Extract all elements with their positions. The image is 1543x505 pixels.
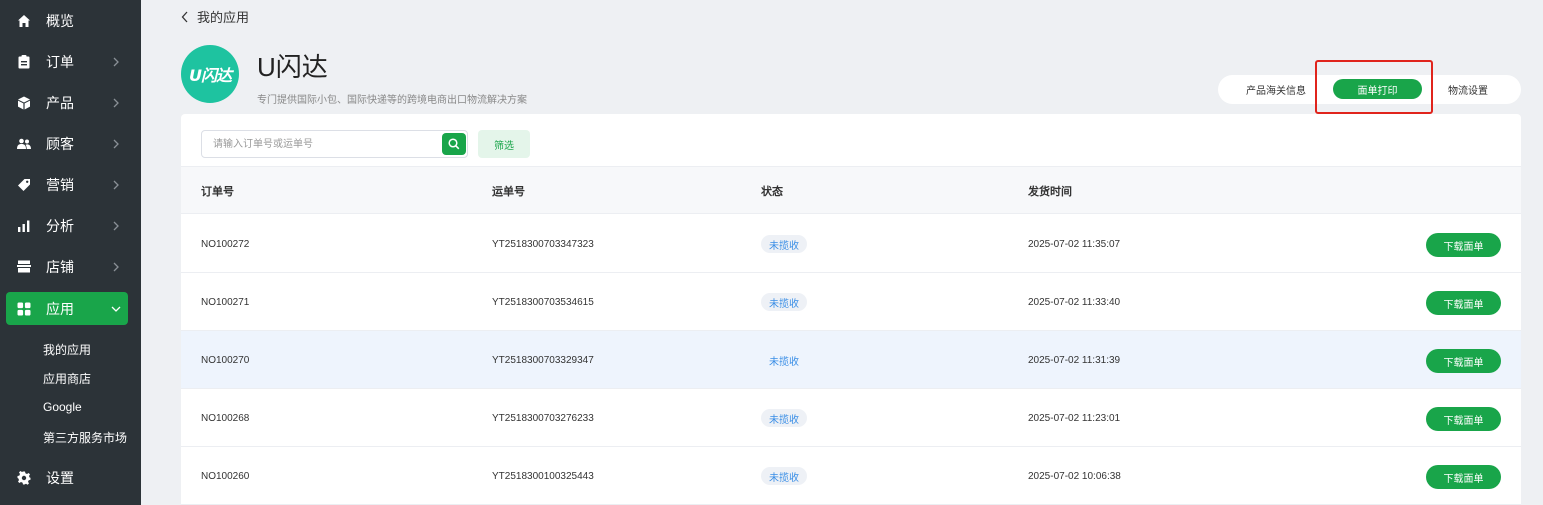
status-badge: 未揽收 xyxy=(761,409,807,427)
sidebar-item-orders[interactable]: 订单 xyxy=(6,45,128,78)
sidebar-subitem-app-store[interactable]: 应用商店 xyxy=(43,370,91,387)
filter-button[interactable]: 筛选 xyxy=(478,130,530,158)
download-waybill-button[interactable]: 下载面单 xyxy=(1426,349,1501,373)
sidebar-item-store[interactable]: 店铺 xyxy=(6,250,128,283)
home-icon xyxy=(16,13,32,29)
ship-time: 2025-07-02 11:35:07 xyxy=(1028,238,1121,250)
sidebar-item-label: 概览 xyxy=(46,12,74,29)
table-row: NO100270 YT2518300703329347 未揽收 2025-07-… xyxy=(181,331,1521,389)
box-icon xyxy=(16,95,32,111)
sidebar-item-overview[interactable]: 概览 xyxy=(6,4,128,37)
table-row: NO100272 YT2518300703347323 未揽收 2025-07-… xyxy=(181,215,1521,273)
tab-product-customs-info[interactable]: 产品海关信息 xyxy=(1232,75,1320,104)
sidebar-item-label: 分析 xyxy=(46,217,74,234)
download-waybill-button[interactable]: 下载面单 xyxy=(1426,233,1501,257)
sidebar-subitem-my-apps[interactable]: 我的应用 xyxy=(43,341,91,358)
sidebar-item-label: 营销 xyxy=(46,176,74,193)
users-icon xyxy=(16,136,32,152)
sidebar-item-marketing[interactable]: 营销 xyxy=(6,168,128,201)
column-header-order-no: 订单号 xyxy=(201,186,234,198)
order-number: NO100268 xyxy=(201,412,250,424)
chevron-down-icon xyxy=(108,301,124,317)
column-header-ship-time: 发货时间 xyxy=(1028,186,1072,198)
waybill-number: YT2518300703534615 xyxy=(492,296,594,308)
chevron-left-icon xyxy=(181,11,188,22)
app-logo: U闪达 xyxy=(181,45,239,103)
sidebar: 概览 订单 产品 顾客 营销 分析 店铺 应用 我的应用 应用商店 Google… xyxy=(0,0,141,505)
status-badge: 未揽收 xyxy=(761,293,807,311)
back-link[interactable]: 我的应用 xyxy=(181,7,249,26)
table-row: NO100268 YT2518300703276233 未揽收 2025-07-… xyxy=(181,389,1521,447)
order-number: NO100271 xyxy=(201,296,250,308)
store-icon xyxy=(16,259,32,275)
sidebar-item-apps[interactable]: 应用 xyxy=(6,292,128,325)
table-row: NO100271 YT2518300703534615 未揽收 2025-07-… xyxy=(181,273,1521,331)
table-header: 订单号 运单号 状态 发货时间 xyxy=(181,166,1521,214)
chevron-right-icon xyxy=(108,95,124,111)
sidebar-subitem-third-party-market[interactable]: 第三方服务市场 xyxy=(43,429,127,446)
table-row: NO100260 YT2518300100325443 未揽收 2025-07-… xyxy=(181,447,1521,505)
download-waybill-button[interactable]: 下载面单 xyxy=(1426,407,1501,431)
sidebar-item-label: 设置 xyxy=(46,469,74,486)
chevron-right-icon xyxy=(108,177,124,193)
tag-icon xyxy=(16,177,32,193)
chevron-right-icon xyxy=(108,136,124,152)
sidebar-item-customers[interactable]: 顾客 xyxy=(6,127,128,160)
order-number: NO100260 xyxy=(201,470,250,482)
bar-chart-icon xyxy=(16,218,32,234)
ship-time: 2025-07-02 10:06:38 xyxy=(1028,470,1121,482)
sidebar-item-label: 顾客 xyxy=(46,135,74,152)
ship-time: 2025-07-02 11:31:39 xyxy=(1028,354,1121,366)
chevron-right-icon xyxy=(108,259,124,275)
search-button[interactable] xyxy=(442,133,466,155)
sidebar-item-label: 应用 xyxy=(46,300,74,317)
ship-time: 2025-07-02 11:23:01 xyxy=(1028,412,1121,424)
search-icon xyxy=(448,138,460,150)
sidebar-item-label: 产品 xyxy=(46,94,74,111)
waybill-number: YT2518300100325443 xyxy=(492,470,594,482)
column-header-status: 状态 xyxy=(761,186,783,198)
status-badge: 未揽收 xyxy=(761,235,807,253)
sidebar-item-label: 订单 xyxy=(46,53,74,70)
clipboard-icon xyxy=(16,54,32,70)
apps-icon xyxy=(16,301,32,317)
main-panel: 筛选 订单号 运单号 状态 发货时间 NO100272 YT2518300703… xyxy=(181,114,1521,505)
download-waybill-button[interactable]: 下载面单 xyxy=(1426,291,1501,315)
download-waybill-button[interactable]: 下载面单 xyxy=(1426,465,1501,489)
search-box xyxy=(201,130,468,158)
sidebar-subitem-google[interactable]: Google xyxy=(43,400,82,414)
back-link-label: 我的应用 xyxy=(197,10,250,25)
waybill-number: YT2518300703329347 xyxy=(492,354,594,366)
ship-time: 2025-07-02 11:33:40 xyxy=(1028,296,1121,308)
page-subtitle: 专门提供国际小包、国际快递等的跨境电商出口物流解决方案 xyxy=(257,95,527,106)
gear-icon xyxy=(16,470,32,486)
sidebar-item-products[interactable]: 产品 xyxy=(6,86,128,119)
search-input[interactable] xyxy=(202,131,442,157)
order-number: NO100272 xyxy=(201,238,250,250)
order-number: NO100270 xyxy=(201,354,250,366)
column-header-waybill-no: 运单号 xyxy=(492,186,525,198)
status-badge: 未揽收 xyxy=(769,356,799,368)
tab-logistics-settings[interactable]: 物流设置 xyxy=(1433,75,1503,104)
highlight-box xyxy=(1315,60,1433,114)
status-badge: 未揽收 xyxy=(761,467,807,485)
sidebar-item-label: 店铺 xyxy=(46,258,74,275)
chevron-right-icon xyxy=(108,54,124,70)
chevron-right-icon xyxy=(108,218,124,234)
app-logo-text: U闪达 xyxy=(189,66,232,85)
page-title: U闪达 xyxy=(257,52,328,82)
waybill-number: YT2518300703347323 xyxy=(492,238,594,250)
sidebar-item-analytics[interactable]: 分析 xyxy=(6,209,128,242)
sidebar-item-settings[interactable]: 设置 xyxy=(6,461,128,494)
waybill-number: YT2518300703276233 xyxy=(492,412,594,424)
